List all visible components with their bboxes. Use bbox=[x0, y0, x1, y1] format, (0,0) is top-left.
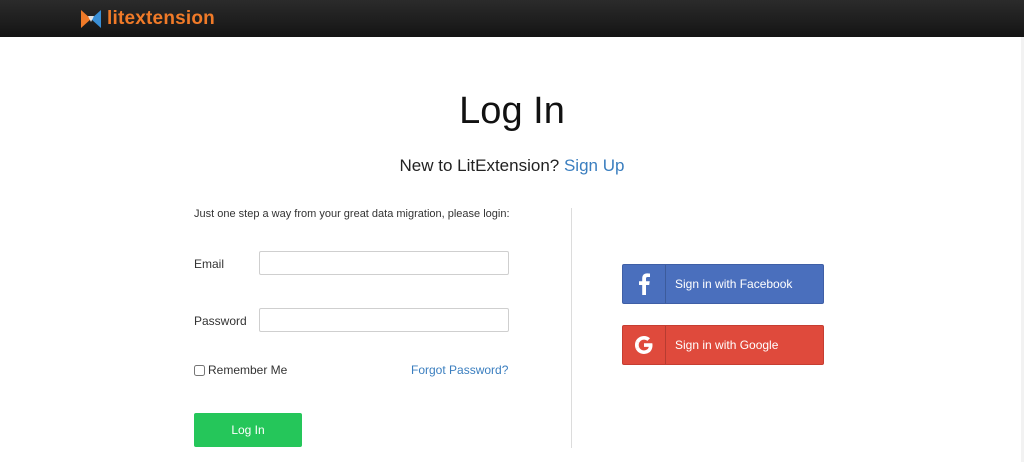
remember-me[interactable]: Remember Me bbox=[194, 363, 287, 377]
email-field[interactable] bbox=[259, 251, 509, 275]
password-label: Password bbox=[194, 314, 247, 328]
facebook-icon bbox=[623, 265, 666, 303]
signup-link[interactable]: Sign Up bbox=[564, 156, 624, 175]
login-intro-text: Just one step a way from your great data… bbox=[194, 208, 510, 220]
google-signin-label: Sign in with Google bbox=[675, 338, 779, 352]
google-signin-button[interactable]: Sign in with Google bbox=[622, 325, 824, 365]
login-button[interactable]: Log In bbox=[194, 413, 302, 447]
page-title: Log In bbox=[459, 90, 565, 132]
forgot-password-link[interactable]: Forgot Password? bbox=[411, 363, 508, 377]
facebook-signin-label: Sign in with Facebook bbox=[675, 277, 793, 291]
remember-me-label: Remember Me bbox=[208, 363, 288, 377]
email-label: Email bbox=[194, 257, 225, 271]
remember-me-checkbox[interactable] bbox=[194, 364, 205, 376]
logo[interactable]: litextension bbox=[80, 7, 215, 31]
password-field[interactable] bbox=[259, 308, 509, 332]
new-user-text: New to LitExtension? bbox=[399, 156, 560, 175]
logo-text: litextension bbox=[107, 8, 215, 29]
facebook-signin-button[interactable]: Sign in with Facebook bbox=[622, 264, 824, 304]
google-icon bbox=[623, 326, 666, 364]
signup-prompt: New to LitExtension? Sign Up bbox=[0, 156, 1024, 176]
litextension-bowtie-logo-icon bbox=[80, 8, 102, 30]
top-navbar: litextension bbox=[0, 0, 1024, 37]
column-divider bbox=[571, 208, 572, 448]
